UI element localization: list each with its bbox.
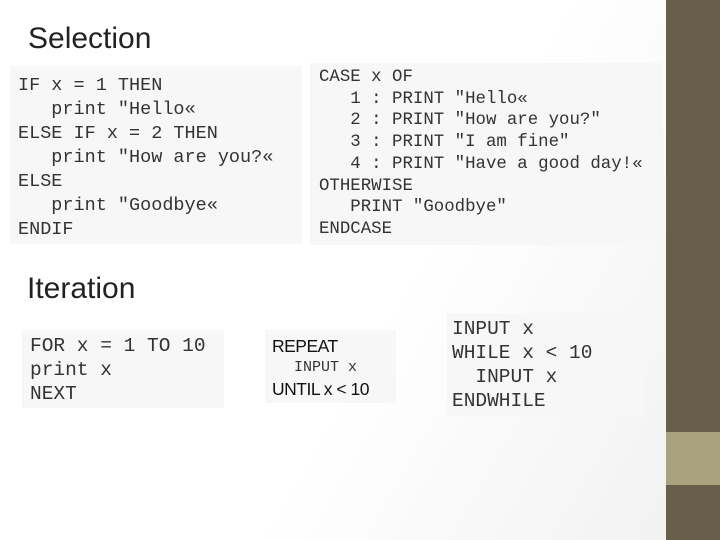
code-line: INPUT x [452, 366, 558, 388]
code-line: print "Goodbye« [18, 195, 218, 216]
decorative-band [666, 432, 720, 485]
code-line: ENDIF [18, 219, 74, 240]
code-line: 4 : PRINT "Have a good day!« [319, 154, 643, 174]
code-line: ENDWHILE [452, 390, 546, 412]
code-line: ENDCASE [319, 219, 393, 239]
code-line: 3 : PRINT "I am fine" [319, 133, 570, 153]
if-code-box: IF x = 1 THEN print "Hello« ELSE IF x = 2… [10, 66, 302, 244]
heading-iteration: Iteration [27, 272, 136, 305]
case-code-box: CASE x OF 1 : PRINT "Hello« 2 : PRINT "H… [310, 63, 663, 245]
code-line: UNTIL x < 10 [272, 379, 369, 399]
code-line: print "How are you?« [18, 147, 274, 168]
code-line: WHILE x < 10 [452, 342, 593, 364]
code-line: 1 : PRINT "Hello« [319, 89, 528, 109]
code-line: FOR x = 1 TO 10 [30, 335, 206, 357]
code-line: REPEAT [272, 336, 338, 356]
code-line: INPUT x [452, 318, 534, 340]
code-line: NEXT [30, 383, 77, 405]
decorative-sidebar [666, 0, 720, 540]
code-line: PRINT "Goodbye" [319, 198, 507, 218]
while-code-box: INPUT x WHILE x < 10 INPUT x ENDWHILE [447, 313, 644, 416]
code-line: ELSE IF x = 2 THEN [18, 123, 218, 144]
code-line: 2 : PRINT "How are you?" [319, 111, 601, 131]
code-line: print "Hello« [18, 99, 196, 120]
heading-selection: Selection [28, 22, 152, 55]
for-code-box: FOR x = 1 TO 10 print x NEXT [22, 330, 224, 408]
code-line: IF x = 1 THEN [18, 75, 163, 96]
code-line: OTHERWISE [319, 176, 413, 196]
repeat-code-box: REPEAT INPUT x UNTIL x < 10 [265, 330, 396, 403]
code-line: INPUT x [294, 359, 358, 376]
code-line: CASE x OF [319, 68, 413, 87]
code-line: ELSE [18, 171, 63, 192]
code-line: print x [30, 359, 112, 381]
